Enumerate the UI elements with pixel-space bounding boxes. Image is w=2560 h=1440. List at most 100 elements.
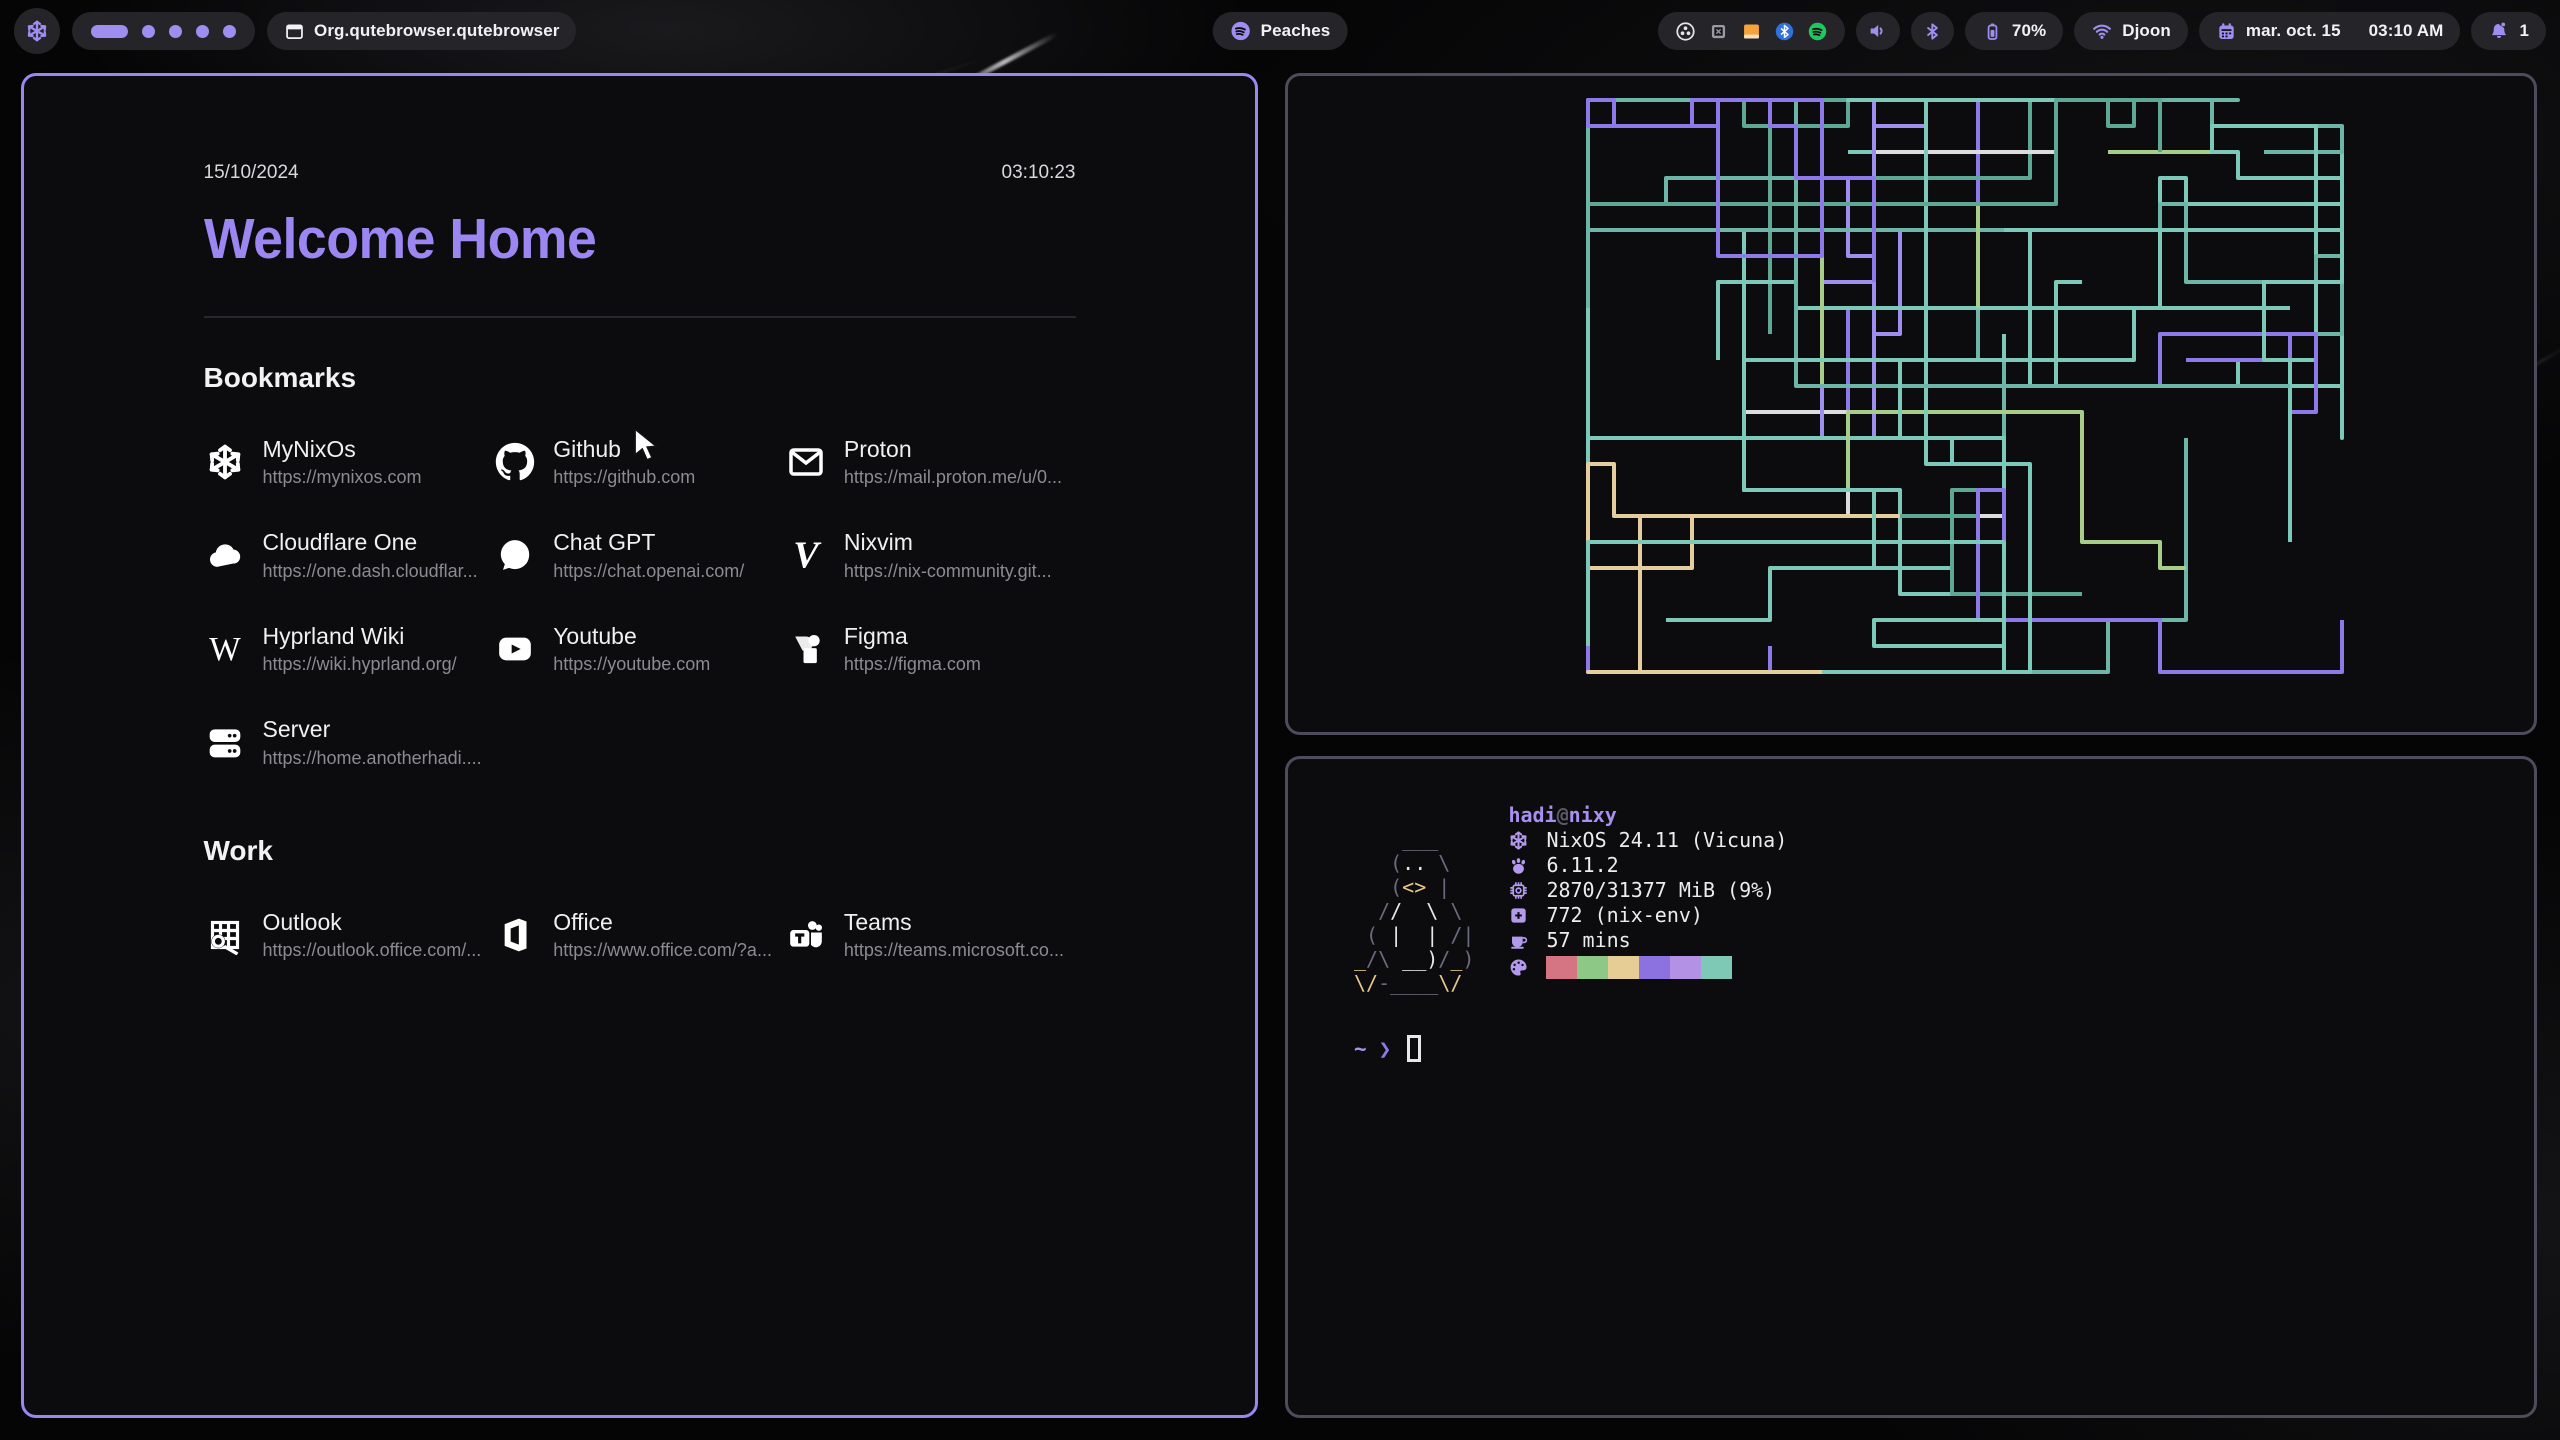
startpage-time: 03:10:23	[1002, 162, 1076, 184]
fetch-row-value: 2870/31377 MiB (9%)	[1546, 878, 1775, 903]
fetch-row: 6.11.2	[1508, 853, 1787, 878]
nixos-logo-icon	[25, 19, 49, 43]
bookmark-name: Office	[553, 909, 772, 935]
palette-swatch	[1608, 956, 1639, 979]
spotify-green-tray-icon[interactable]	[1807, 21, 1828, 42]
bookmark-chat-gpt[interactable]: Chat GPT https://chat.openai.com/	[494, 529, 785, 581]
palette-swatch	[1670, 956, 1701, 979]
workspace-dot-5[interactable]	[223, 25, 236, 38]
bookmark-outlook[interactable]: Outlookhttps://outlook.office.com/...	[204, 909, 495, 961]
palette-swatch	[1701, 956, 1732, 979]
youtube-icon	[494, 628, 536, 670]
cloud-icon	[204, 535, 246, 577]
svg-text:W: W	[209, 631, 241, 668]
battery-widget[interactable]: 70%	[1965, 12, 2063, 50]
outlook-icon	[204, 914, 246, 956]
bookmark-url: https://mynixos.com	[263, 467, 422, 488]
prompt-path: ~	[1354, 1037, 1367, 1061]
fetch-user: hadi	[1508, 803, 1556, 827]
bookmark-hyprland-wiki[interactable]: W Hyprland Wiki https://wiki.hyprland.org/	[204, 623, 495, 675]
bookmark-name: Youtube	[553, 623, 710, 649]
pipes-terminal-window[interactable]	[1285, 73, 2537, 735]
bookmark-name: Nixvim	[844, 529, 1052, 555]
section-divider	[204, 316, 1076, 318]
workspace-dot-2[interactable]	[142, 25, 155, 38]
fetch-user-host: hadi@nixy	[1508, 803, 1787, 828]
nixos-launcher-button[interactable]	[14, 8, 60, 54]
active-window-title[interactable]: Org.qutebrowser.qutebrowser	[267, 12, 576, 50]
bookmark-name: Github	[553, 436, 695, 462]
palette-swatch	[1546, 956, 1577, 979]
fetch-row-value: 57 mins	[1546, 928, 1630, 953]
f-claw-icon	[1508, 855, 1532, 876]
github-icon	[494, 441, 536, 483]
fetch-row: NixOS 24.11 (Vicuna)	[1508, 828, 1787, 853]
wikipedia-w-icon: W	[204, 628, 246, 670]
clock-widget[interactable]: mar. oct. 15 03:10 AM	[2199, 12, 2461, 50]
widget-x-tray-icon[interactable]	[1708, 21, 1729, 42]
folder-orange-tray-icon[interactable]	[1741, 21, 1762, 42]
bookmark-cloudflare-one[interactable]: Cloudflare One https://one.dash.cloudflar…	[204, 529, 495, 581]
notifications-widget[interactable]: 1	[2471, 12, 2546, 50]
teams-icon	[785, 914, 827, 956]
section-heading-work: Work	[204, 835, 1076, 867]
bell-icon	[2488, 20, 2510, 42]
media-player-widget[interactable]: Peaches	[1213, 12, 1348, 50]
bookmark-nixvim[interactable]: VNixvimhttps://nix-community.git...	[785, 529, 1076, 581]
bookmark-mynixos[interactable]: MyNixOshttps://mynixos.com	[204, 436, 495, 488]
fetch-terminal-window[interactable]: ___ (.. \ (<> | // \ \ ( | | /| _/\ __)/…	[1285, 756, 2537, 1418]
fetch-row: 2870/31377 MiB (9%)	[1508, 878, 1787, 903]
fetch-host: nixy	[1569, 803, 1617, 827]
bookmark-proton[interactable]: Protonhttps://mail.proton.me/u/0...	[785, 436, 1076, 488]
server-icon	[204, 722, 246, 764]
bookmark-name: Hyprland Wiki	[263, 623, 457, 649]
volume-button[interactable]	[1856, 12, 1900, 50]
bookmark-url: https://teams.microsoft.co...	[844, 940, 1064, 961]
fetch-palette-row	[1508, 955, 1787, 980]
bookmark-url: https://wiki.hyprland.org/	[263, 654, 457, 675]
bookmark-office[interactable]: Office https://www.office.com/?a...	[494, 909, 785, 961]
bluetooth-icon	[1922, 21, 1943, 42]
window-title-label: Org.qutebrowser.qutebrowser	[314, 21, 559, 41]
workspace-dot-1[interactable]	[91, 25, 128, 38]
bookmark-name: Cloudflare One	[263, 529, 478, 555]
bookmark-name: Figma	[844, 623, 981, 649]
bookmark-url: https://github.com	[553, 467, 695, 488]
f-cup-icon	[1508, 930, 1532, 951]
f-snowflake-icon	[1508, 830, 1532, 851]
workspace-indicator[interactable]	[72, 12, 255, 50]
bookmark-server[interactable]: Server https://home.anotherhadi....	[204, 716, 495, 768]
notification-count: 1	[2519, 21, 2529, 41]
bookmark-name: Server	[263, 716, 482, 742]
bookmark-url: https://www.office.com/?a...	[553, 940, 772, 961]
bookmark-figma[interactable]: Figmahttps://figma.com	[785, 623, 1076, 675]
workspace-dot-4[interactable]	[196, 25, 209, 38]
bookmark-url: https://chat.openai.com/	[553, 561, 744, 582]
bookmark-url: https://home.anotherhadi....	[263, 748, 482, 769]
bookmark-youtube[interactable]: Youtube https://youtube.com	[494, 623, 785, 675]
calendar-icon	[2216, 21, 2237, 42]
clock-time: 03:10 AM	[2369, 21, 2444, 41]
bookmark-grid: MyNixOshttps://mynixos.com Github https://…	[204, 436, 1076, 769]
clock-date: mar. oct. 15	[2246, 21, 2341, 41]
obs-tray-icon[interactable]	[1675, 21, 1696, 42]
mouse-pointer	[633, 428, 663, 462]
fetch-row-value: 772 (nix-env)	[1546, 903, 1703, 928]
network-widget[interactable]: Djoon	[2074, 12, 2188, 50]
workspace-dot-3[interactable]	[169, 25, 182, 38]
chat-bubble-icon	[494, 535, 536, 577]
nixos-snowflake-icon	[204, 441, 246, 483]
fetch-row-value: 6.11.2	[1546, 853, 1618, 878]
terminal-cursor	[1407, 1035, 1421, 1062]
system-tray[interactable]	[1658, 12, 1845, 50]
bookmark-teams[interactable]: Teamshttps://teams.microsoft.co...	[785, 909, 1076, 961]
bookmark-url: https://youtube.com	[553, 654, 710, 675]
bluetooth-button[interactable]	[1911, 12, 1954, 50]
bookmark-name: Chat GPT	[553, 529, 744, 555]
blueman-tray-icon[interactable]	[1774, 21, 1795, 42]
bookmark-name: Proton	[844, 436, 1062, 462]
shell-prompt[interactable]: ~ ❯	[1354, 1035, 2468, 1062]
palette-swatch	[1577, 956, 1608, 979]
window-icon	[284, 21, 305, 42]
bookmark-url: https://one.dash.cloudflar...	[263, 561, 478, 582]
